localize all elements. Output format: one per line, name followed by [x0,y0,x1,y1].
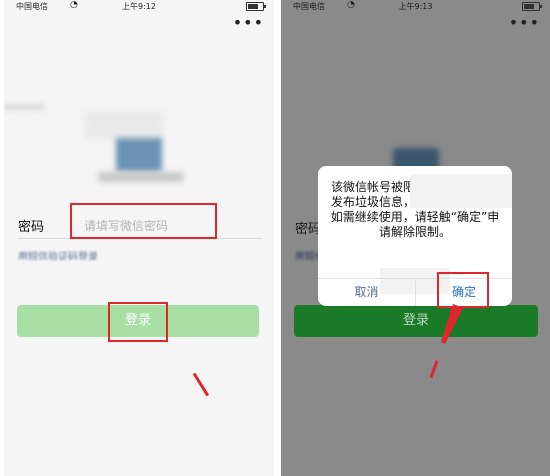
login-button[interactable]: 登录 [294,305,538,337]
highlight-box-password [70,203,217,239]
sms-login-link[interactable]: 用短信验证码登录 [18,248,138,260]
status-bar: 中国电信 ◔ 上午9:12 [4,0,274,12]
battery-icon [522,2,542,11]
account-name-blurred [98,172,184,182]
left-phone-screen: 中国电信 ◔ 上午9:12 ••• 密码 用短信验证码登录 登录 [4,0,274,476]
red-arrow-stroke [429,360,439,379]
highlight-box-login [108,302,168,342]
blurred-banner [84,112,164,140]
red-arrow-stroke [192,372,210,397]
more-dots-icon[interactable]: ••• [509,15,540,31]
avatar [116,138,162,172]
battery-icon [246,2,266,11]
dialog-cancel-button[interactable]: 取消 [318,278,415,306]
red-arrow-icon [441,304,463,344]
blurred-strip [4,104,44,110]
clock-label: 上午9:12 [122,2,156,11]
more-dots-icon[interactable]: ••• [233,15,264,31]
clock-label: 上午9:13 [398,2,433,11]
right-phone-screen: 中国电信 ◔ 上午9:13 ••• 密码 用短信验证码登录 登录 该微信帐号被限… [281,0,550,476]
password-label: 密码 [18,220,45,235]
dialog-redaction [410,174,512,208]
highlight-box-confirm [437,272,489,308]
status-bar: 中国电信 ◔ 上午9:13 [281,0,550,12]
